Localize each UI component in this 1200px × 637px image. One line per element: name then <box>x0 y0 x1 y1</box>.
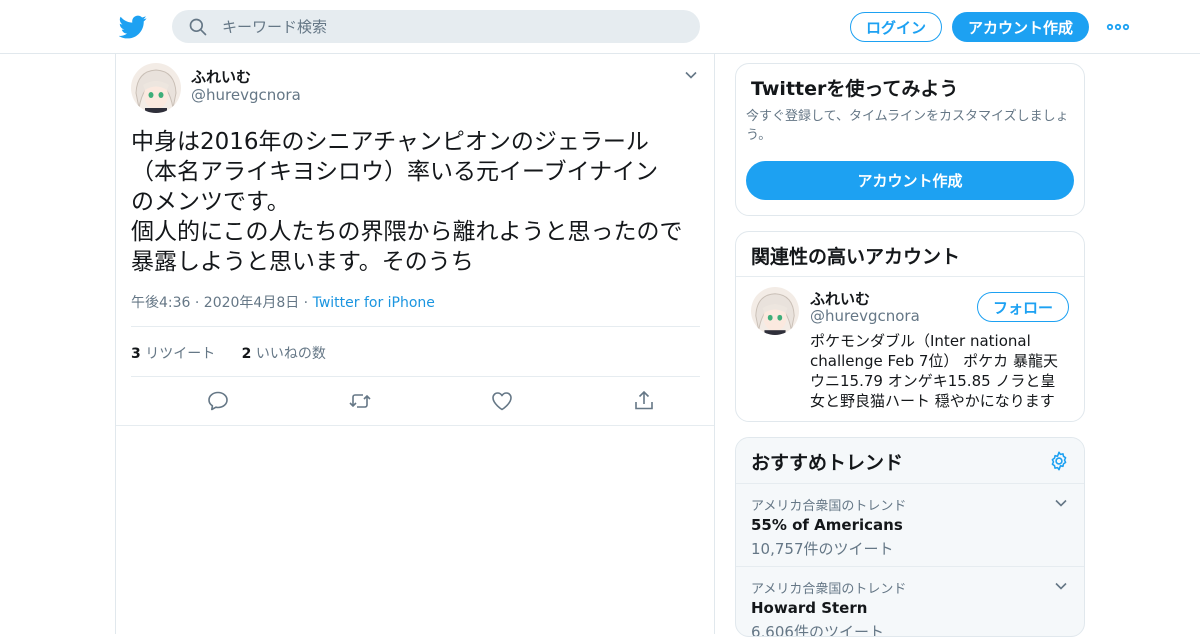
tweet-actions <box>131 389 700 413</box>
divider <box>131 326 700 327</box>
trend-item[interactable]: アメリカ合衆国のトレンド Howard Stern 6,606件のツイート <box>736 567 1084 637</box>
trend-count: 6,606件のツイート <box>751 623 884 637</box>
avatar[interactable] <box>131 63 181 113</box>
reply-icon[interactable] <box>206 389 230 413</box>
tweet-text: 中身は2016年のシニアチャンピオンのジェラール （本名アライキヨシロウ）率いる… <box>131 129 683 275</box>
account-bio: ポケモンダブル（Inter national challenge Feb 7位）… <box>810 332 1058 410</box>
related-accounts-title: 関連性の高いアカウント <box>751 246 961 268</box>
gear-icon[interactable] <box>1048 450 1070 472</box>
tweet-time[interactable]: 午後4:36 · 2020年4月8日 · <box>131 295 313 311</box>
divider <box>736 276 1084 277</box>
trend-count: 10,757件のツイート <box>751 540 894 558</box>
avatar-image <box>751 287 799 335</box>
author-name[interactable]: ふれいむ <box>191 66 251 87</box>
heart-icon[interactable] <box>490 389 514 413</box>
divider <box>131 376 700 377</box>
search-input[interactable] <box>222 10 682 43</box>
ellipsis-icon[interactable] <box>1106 17 1130 37</box>
tweet-metadata: 午後4:36 · 2020年4月8日 · Twitter for iPhone <box>131 292 435 312</box>
like-stat[interactable]: 2 いいねの数 <box>242 346 326 362</box>
trends-header: おすすめトレンド <box>736 438 1084 484</box>
twitter-bird-icon[interactable] <box>119 13 147 41</box>
trend-context: アメリカ合衆国のトレンド <box>751 499 907 514</box>
chevron-down-icon[interactable] <box>1054 579 1068 593</box>
trend-name: 55% of Americans <box>751 516 903 534</box>
signup-card-subtitle: 今すぐ登録して、タイムラインをカスタマイズしましょう。 <box>746 109 1069 143</box>
retweet-label: リツイート <box>145 346 216 362</box>
trends-title: おすすめトレンド <box>751 452 904 474</box>
search-bar[interactable] <box>172 10 700 43</box>
top-bar: ログイン アカウント作成 <box>0 0 1200 54</box>
retweet-icon[interactable] <box>348 389 372 413</box>
chevron-down-icon[interactable] <box>684 68 698 82</box>
follow-button[interactable]: フォロー <box>977 292 1069 322</box>
account-name[interactable]: ふれいむ <box>810 288 870 309</box>
search-icon <box>189 18 207 36</box>
related-accounts-card: 関連性の高いアカウント ふれいむ @hurevgcnora フォロー ポケモンダ… <box>735 231 1085 422</box>
tweet-source-link[interactable]: Twitter for iPhone <box>313 295 435 311</box>
like-label: いいねの数 <box>255 346 326 362</box>
divider <box>116 425 714 426</box>
avatar[interactable] <box>751 287 799 335</box>
author-handle[interactable]: @hurevgcnora <box>191 86 301 104</box>
login-button[interactable]: ログイン <box>850 12 942 42</box>
trend-item[interactable]: アメリカ合衆国のトレンド 55% of Americans 10,757件のツイ… <box>736 484 1084 567</box>
signup-card-title: Twitterを使ってみよう <box>751 78 959 100</box>
share-icon[interactable] <box>632 389 656 413</box>
trends-card: おすすめトレンド アメリカ合衆国のトレンド 55% of Americans 1… <box>735 437 1085 637</box>
tweet-column: ふれいむ @hurevgcnora 中身は2016年のシニアチャンピオンのジェラ… <box>115 54 715 634</box>
trend-name: Howard Stern <box>751 599 868 617</box>
chevron-down-icon[interactable] <box>1054 496 1068 510</box>
account-handle[interactable]: @hurevgcnora <box>810 307 920 325</box>
retweet-count: 3 <box>131 346 141 362</box>
like-count: 2 <box>241 346 252 362</box>
avatar-image <box>131 63 181 113</box>
signup-button[interactable]: アカウント作成 <box>952 12 1089 42</box>
trend-context: アメリカ合衆国のトレンド <box>751 582 907 597</box>
signup-card: Twitterを使ってみよう 今すぐ登録して、タイムラインをカスタマイズしましょ… <box>735 63 1085 216</box>
tweet-stats: 3 リツイート 2 いいねの数 <box>131 343 348 363</box>
signup-card-button[interactable]: アカウント作成 <box>746 161 1074 200</box>
retweet-stat[interactable]: 3 リツイート <box>131 346 215 362</box>
